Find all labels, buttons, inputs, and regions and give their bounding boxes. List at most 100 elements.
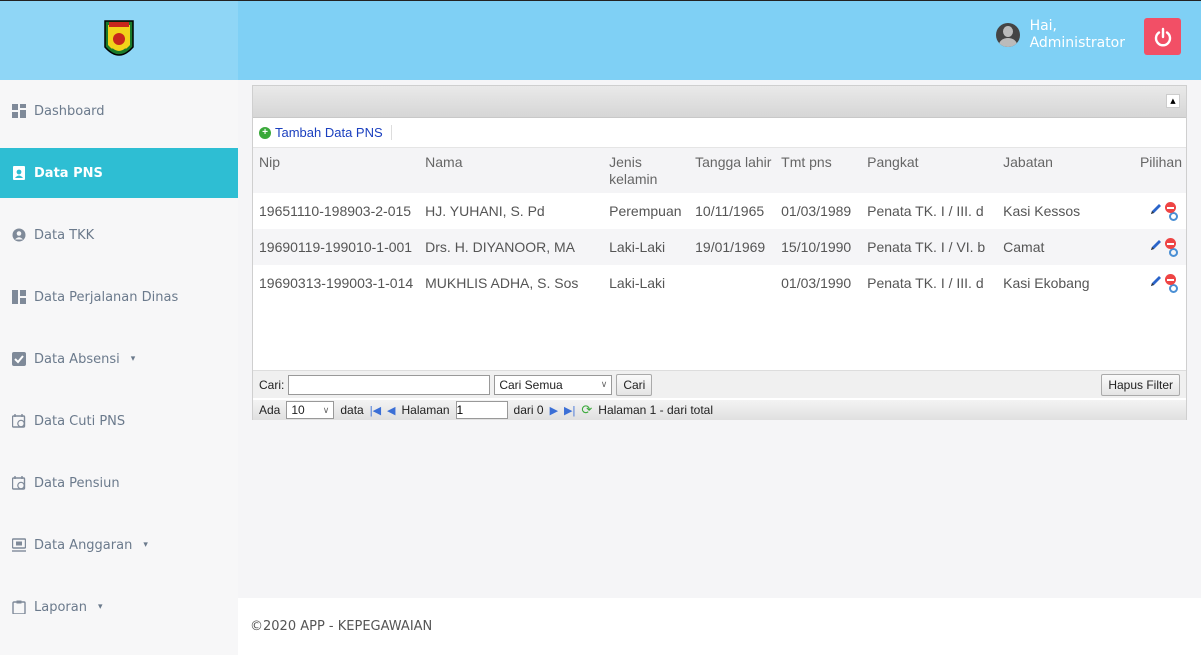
main-content: ▲ + Tambah Data PNS Nip Nama Jenis kelam… [238,80,1201,655]
cell-pangkat: Penata TK. I / III. d [867,275,984,291]
id-badge-icon [13,166,25,180]
table-row[interactable]: 19690313-199003-1-014 MUKHLIS ADHA, S. S… [253,265,1186,301]
sidebar-item-label: Data Absensi [34,351,120,367]
columns-icon [12,290,26,304]
pns-table: Nip Nama Jenis kelamin Tangga lahir Tmt … [253,148,1186,301]
cell-jabatan: Kasi Kessos [1003,203,1081,219]
sidebar-item-label: Data Cuti PNS [34,413,126,429]
sidebar-item-data-absensi[interactable]: Data Absensi ▾ [0,328,238,390]
edit-pencil-icon[interactable] [1149,238,1163,252]
cell-tanggal-lahir: 10/11/1965 [695,203,765,219]
add-pns-button[interactable]: + Tambah Data PNS [259,125,392,140]
sidebar-item-data-pns[interactable]: Data PNS [0,148,238,198]
collapse-toggle-icon[interactable]: ▲ [1166,94,1180,108]
user-avatar-icon [995,23,1020,47]
prev-page-icon[interactable]: ◀ [387,404,395,417]
cell-jabatan: Camat [1003,239,1045,255]
view-magnifier-icon[interactable] [1169,283,1178,293]
user-menu[interactable]: Hai, Administrator [995,11,1125,59]
calendar-clock-icon [12,476,26,490]
dashboard-icon [12,104,26,118]
sidebar-item-label: Dashboard [34,103,105,119]
cell-nama: HJ. YUHANI, S. Pd [425,203,545,219]
cell-jabatan: Kasi Ekobang [1003,275,1090,291]
caret-down-icon: ▾ [143,540,148,550]
footer: ©2020 APP - KEPEGAWAIAN [238,598,1201,655]
view-magnifier-icon[interactable] [1169,247,1178,257]
column-header-pangkat[interactable]: Pangkat [861,148,998,193]
edit-pencil-icon[interactable] [1149,202,1163,216]
sidebar-item-label: Data Anggaran [34,537,133,553]
page-size-select[interactable]: 10 ∨ [286,401,335,419]
brand-area[interactable] [0,1,238,81]
sidebar-item-data-pensiun[interactable]: Data Pensiun [0,452,238,514]
page-size-suffix: data [340,403,364,417]
search-label: Cari: [259,377,285,392]
clear-filter-button[interactable]: Hapus Filter [1101,373,1180,396]
refresh-icon[interactable]: ⟳ [581,402,592,418]
greeting-line: Hai, [1029,18,1058,34]
column-header-tmt-pns[interactable]: Tmt pns [775,148,862,193]
clipboard-icon [12,600,26,614]
sidebar-item-label: Data Perjalanan Dinas [34,289,179,305]
calendar-clock-icon [12,414,26,428]
cell-nip: 19690313-199003-1-014 [259,275,414,291]
logout-button[interactable] [1144,18,1181,55]
page-size-prefix: Ada [259,403,281,417]
column-header-jenis-kelamin[interactable]: Jenis kelamin [603,148,690,193]
edit-pencil-icon[interactable] [1149,274,1163,288]
cell-nama: Drs. H. DIYANOOR, MA [425,239,575,255]
cell-pilihan [1097,229,1186,265]
cell-tanggal-lahir: 19/01/1969 [695,239,766,255]
table-row[interactable]: 19690119-199010-1-001 Drs. H. DIYANOOR, … [253,229,1186,265]
sidebar-item-label: Data PNS [34,165,103,181]
sidebar-item-label: Laporan [34,599,87,615]
caret-down-icon: ▾ [130,354,136,364]
sidebar-item-data-perjalanan-dinas[interactable]: Data Perjalanan Dinas [0,266,238,328]
sidebar-item-data-cuti-pns[interactable]: Data Cuti PNS [0,390,238,452]
cell-nama: MUKHLIS ADHA, S. Sos [425,275,579,291]
page-size-value: 10 [291,403,305,417]
sidebar-item-data-tkk[interactable]: Data TKK [0,204,238,266]
cell-pilihan [1097,193,1186,229]
column-header-nama[interactable]: Nama [419,148,604,193]
username: Administrator [1029,35,1125,51]
pns-data-grid: ▲ + Tambah Data PNS Nip Nama Jenis kelam… [252,85,1187,420]
delete-icon[interactable] [1165,201,1176,213]
column-header-nip[interactable]: Nip [253,148,420,193]
power-icon [1154,27,1171,46]
pagination-bar: Ada 10 ∨ data |◀ ◀ Halaman dari 0 ▶ ▶| ⟳… [253,400,1186,420]
last-page-icon[interactable]: ▶| [564,404,575,417]
grid-titlebar: ▲ [253,86,1186,118]
column-header-tanggal-lahir[interactable]: Tangga lahir [689,148,776,193]
search-input[interactable] [288,374,491,395]
search-button[interactable]: Cari [616,373,653,396]
cell-tmt-pns: 01/03/1990 [781,275,852,291]
first-page-icon[interactable]: |◀ [370,404,381,417]
page-number-input[interactable] [455,401,508,419]
column-header-jabatan[interactable]: Jabatan [997,148,1098,193]
sidebar: Dashboard Data PNS Data TKK Data Perjala… [0,80,238,655]
delete-icon[interactable] [1165,273,1176,285]
next-page-icon[interactable]: ▶ [550,404,558,417]
add-icon: + [259,126,271,139]
cell-nip: 19651110-198903-2-015 [259,203,412,219]
cell-jenis-kelamin: Laki-Laki [609,239,666,255]
regional-crest-logo [104,20,134,56]
delete-icon[interactable] [1165,237,1176,249]
cell-tanggal-lahir [689,265,775,301]
search-scope-select[interactable]: Cari Semua ∨ [494,374,613,395]
cell-tmt-pns: 15/10/1990 [781,239,852,255]
sidebar-item-laporan[interactable]: Laporan ▾ [0,576,238,638]
caret-down-icon: ▾ [97,602,103,612]
sidebar-item-data-anggaran[interactable]: Data Anggaran ▾ [0,514,238,576]
column-header-pilihan: Pilihan [1097,148,1186,193]
view-magnifier-icon[interactable] [1169,211,1178,221]
top-navbar: Hai, Administrator [0,0,1201,81]
table-row[interactable]: 19651110-198903-2-015 HJ. YUHANI, S. Pd … [253,193,1186,229]
search-bar: Cari: Cari Semua ∨ Cari Hapus Filter [253,370,1186,398]
footer-copyright: ©2020 APP - KEPEGAWAIAN [250,619,433,634]
page-of-label: dari 0 [513,403,544,417]
cell-jenis-kelamin: Laki-Laki [609,275,666,291]
sidebar-item-dashboard[interactable]: Dashboard [0,80,238,142]
